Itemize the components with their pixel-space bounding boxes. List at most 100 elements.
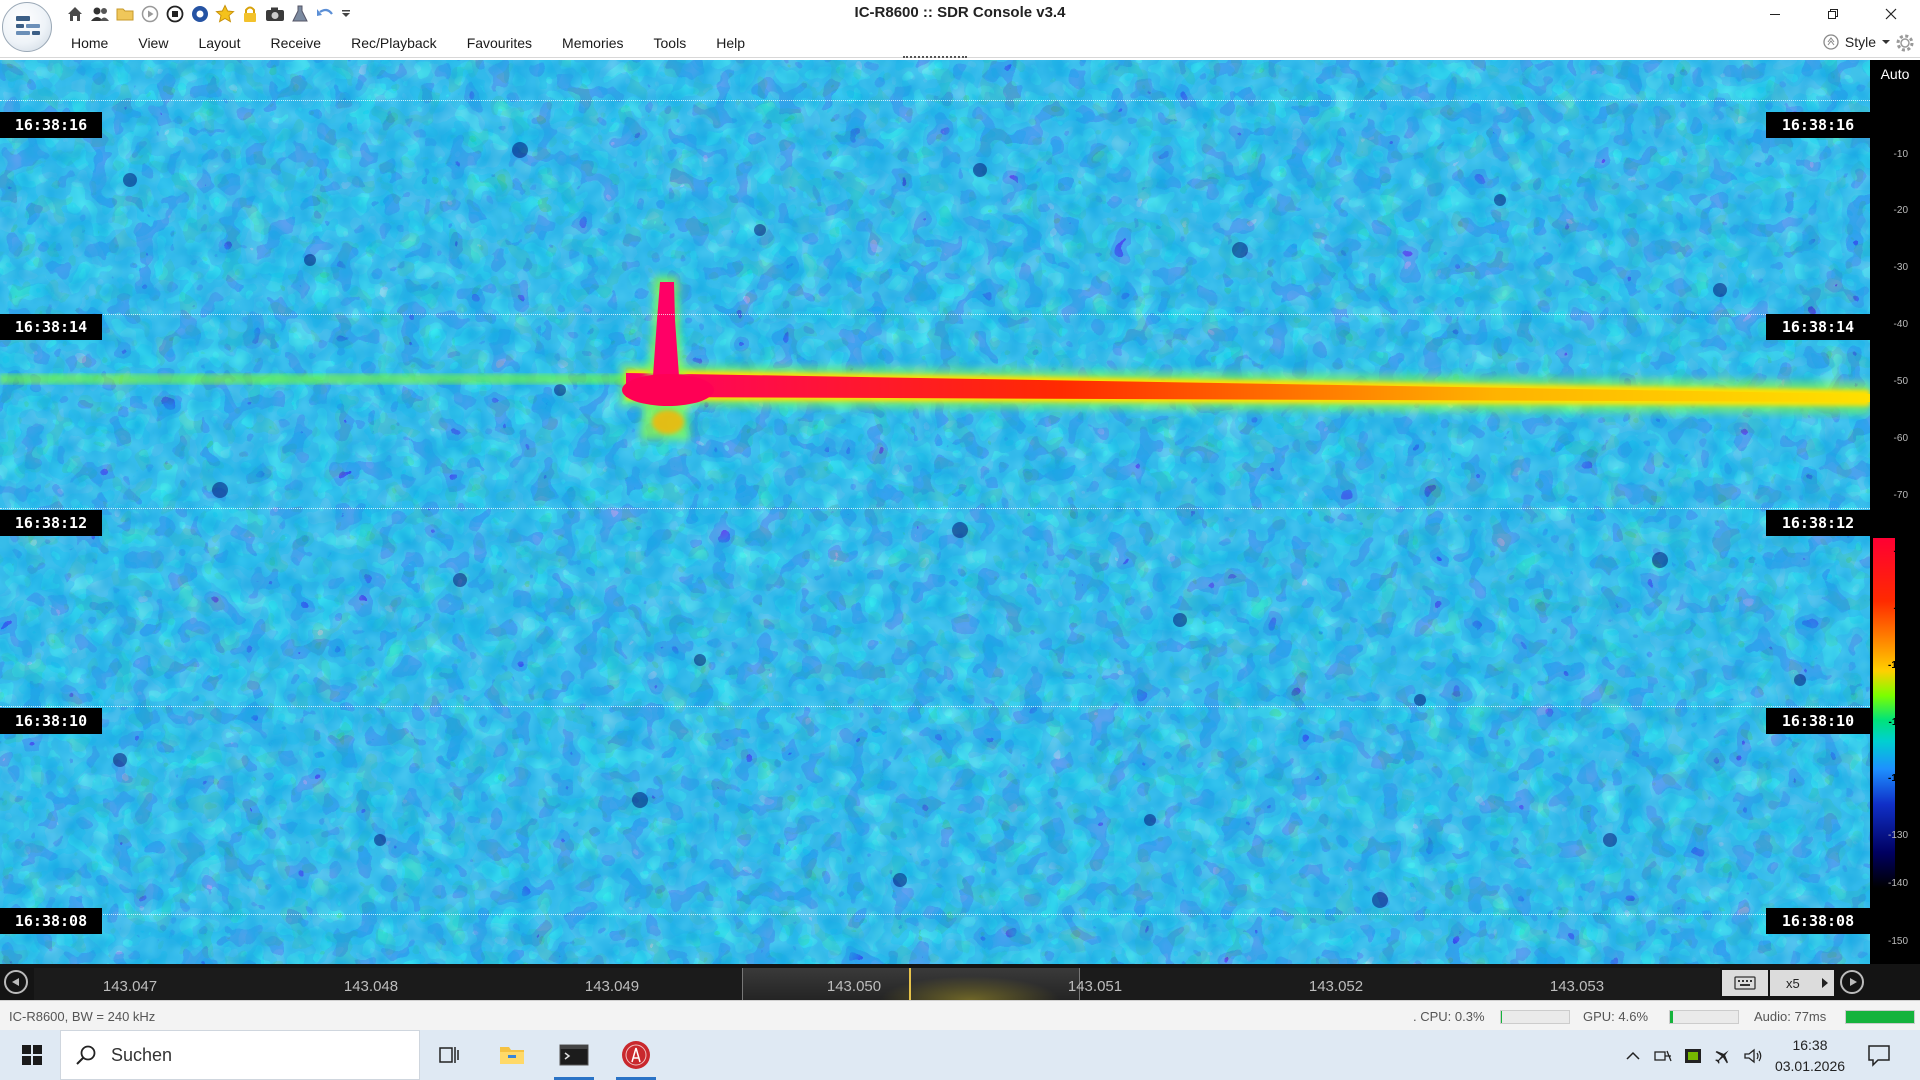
cpu-meter	[1500, 1010, 1570, 1024]
terminal-icon	[559, 1044, 589, 1066]
db-tick: -110	[1888, 717, 1908, 728]
db-tick: -80	[1893, 546, 1908, 557]
db-tick: -90	[1893, 603, 1908, 614]
time-gridline	[0, 314, 1870, 315]
time-gridline	[0, 914, 1870, 915]
waterfall-display[interactable]: 16:38:16 16:38:14 16:38:12 16:38:10 16:3…	[0, 60, 1870, 964]
gpu-status: GPU: 4.6%	[1583, 1009, 1649, 1024]
taskbar-terminal[interactable]	[546, 1030, 602, 1080]
time-label: 16:38:16	[1766, 112, 1870, 138]
waterfall-spectrogram	[0, 60, 1870, 964]
minimize-button[interactable]	[1746, 0, 1804, 28]
audio-status: Audio: 77ms	[1754, 1009, 1827, 1024]
db-tick: -150	[1887, 936, 1908, 947]
gear-icon[interactable]	[1894, 32, 1916, 54]
db-tick: -100	[1887, 660, 1908, 671]
time-label: 16:38:16	[0, 112, 102, 138]
tray-airplane-icon[interactable]	[1712, 1045, 1734, 1067]
chevron-up-icon	[1626, 1051, 1640, 1060]
sdr-console-icon	[622, 1041, 650, 1069]
keyboard-button[interactable]	[1722, 970, 1768, 996]
db-tick: -50	[1893, 376, 1908, 387]
close-button[interactable]	[1862, 0, 1920, 28]
task-view-button[interactable]	[422, 1030, 478, 1080]
application-menu-button[interactable]	[2, 2, 52, 52]
frequency-bar: 143.047 143.048 143.049 143.050 143.051 …	[0, 964, 1920, 1000]
style-icon	[1823, 34, 1839, 50]
tray-volume-icon[interactable]	[1742, 1045, 1764, 1067]
airplane-mode-icon	[1715, 1050, 1729, 1064]
zoom-selector[interactable]: x5	[1770, 970, 1834, 996]
time-label: 16:38:14	[1766, 314, 1870, 340]
frequency-label: 143.050	[826, 978, 882, 995]
audio-meter	[1845, 1010, 1915, 1024]
zoom-value: x5	[1786, 975, 1800, 991]
time-gridline	[0, 100, 1870, 101]
frequency-scale[interactable]: 143.047 143.048 143.049 143.050 143.051 …	[34, 968, 1720, 1000]
menu-tools[interactable]: Tools	[639, 28, 702, 58]
speaker-icon	[1744, 1048, 1762, 1064]
app-menu-icon	[16, 16, 40, 35]
db-tick: -60	[1893, 433, 1908, 444]
time-label: 16:38:10	[0, 708, 102, 734]
search-placeholder: Suchen	[111, 1044, 173, 1065]
title-bar: IC-R8600 :: SDR Console v3.4	[0, 0, 1920, 28]
show-hidden-icons-button[interactable]	[1622, 1045, 1644, 1067]
frequency-label: 143.053	[1549, 978, 1605, 995]
menu-layout[interactable]: Layout	[183, 28, 255, 58]
menu-bar: Home View Layout Receive Rec/Playback Fa…	[0, 28, 1920, 58]
window-title: IC-R8600 :: SDR Console v3.4	[854, 4, 1066, 21]
style-dropdown[interactable]: Style	[1823, 33, 1890, 51]
device-status: IC-R8600, BW = 240 kHz	[9, 1009, 156, 1024]
db-tick: -130	[1887, 830, 1908, 841]
db-tick: -40	[1893, 319, 1908, 330]
nvidia-icon	[1685, 1049, 1701, 1063]
time-label: 16:38:08	[1766, 908, 1870, 934]
gpu-meter	[1669, 1010, 1739, 1024]
tray-network-cable-icon[interactable]	[1652, 1045, 1674, 1067]
audio-meter-fill	[1846, 1011, 1914, 1023]
gpu-meter-fill	[1670, 1011, 1673, 1023]
notification-center-icon[interactable]	[1866, 1042, 1892, 1068]
windows-logo-icon	[22, 1045, 42, 1065]
scroll-right-button[interactable]	[1840, 970, 1864, 994]
taskbar-file-explorer[interactable]	[484, 1030, 540, 1080]
menu-home[interactable]: Home	[56, 28, 123, 58]
scroll-left-button[interactable]	[4, 970, 28, 994]
maximize-button[interactable]	[1804, 0, 1862, 28]
menu-view[interactable]: View	[123, 28, 183, 58]
menu-favourites[interactable]: Favourites	[452, 28, 547, 58]
db-tick: -140	[1887, 878, 1908, 889]
ribbon-tabs: Home View Layout Receive Rec/Playback Fa…	[56, 28, 760, 58]
db-tick: -70	[1893, 490, 1908, 501]
frequency-label: 143.048	[343, 978, 399, 995]
ribbon-grip[interactable]	[903, 56, 967, 58]
taskbar-search-box[interactable]: Suchen	[60, 1030, 420, 1080]
window-controls	[1746, 0, 1920, 28]
search-icon	[76, 1045, 96, 1065]
db-scale[interactable]: Auto -10 -20 -30 -40 -50 -60 -70 -80 -90…	[1870, 60, 1920, 964]
menu-receive[interactable]: Receive	[256, 28, 337, 58]
menu-rec-playback[interactable]: Rec/Playback	[336, 28, 452, 58]
db-tick: -120	[1887, 773, 1908, 784]
start-button[interactable]	[8, 1030, 56, 1080]
time-label: 16:38:14	[0, 314, 102, 340]
chevron-right-icon	[1822, 978, 1828, 988]
cpu-status: . CPU: 0.3%	[1413, 1009, 1485, 1024]
frequency-label: 143.049	[584, 978, 640, 995]
auto-scale-button[interactable]: Auto	[1870, 60, 1920, 88]
menu-memories[interactable]: Memories	[547, 28, 638, 58]
frequency-label: 143.051	[1067, 978, 1123, 995]
taskbar-sdr-console[interactable]	[608, 1030, 664, 1080]
tray-nvidia-icon[interactable]	[1682, 1045, 1704, 1067]
taskbar-clock[interactable]: 16:38 03.01.2026	[1772, 1035, 1848, 1077]
keyboard-icon	[1734, 976, 1756, 990]
db-tick: -20	[1893, 205, 1908, 216]
menu-help[interactable]: Help	[701, 28, 760, 58]
time-label: 16:38:12	[0, 510, 102, 536]
db-tick: -10	[1893, 149, 1908, 160]
ethernet-icon	[1654, 1050, 1672, 1062]
chevron-down-icon	[1882, 40, 1890, 44]
status-bar: IC-R8600, BW = 240 kHz . CPU: 0.3% GPU: …	[0, 1000, 1920, 1030]
folder-icon	[500, 1047, 524, 1064]
